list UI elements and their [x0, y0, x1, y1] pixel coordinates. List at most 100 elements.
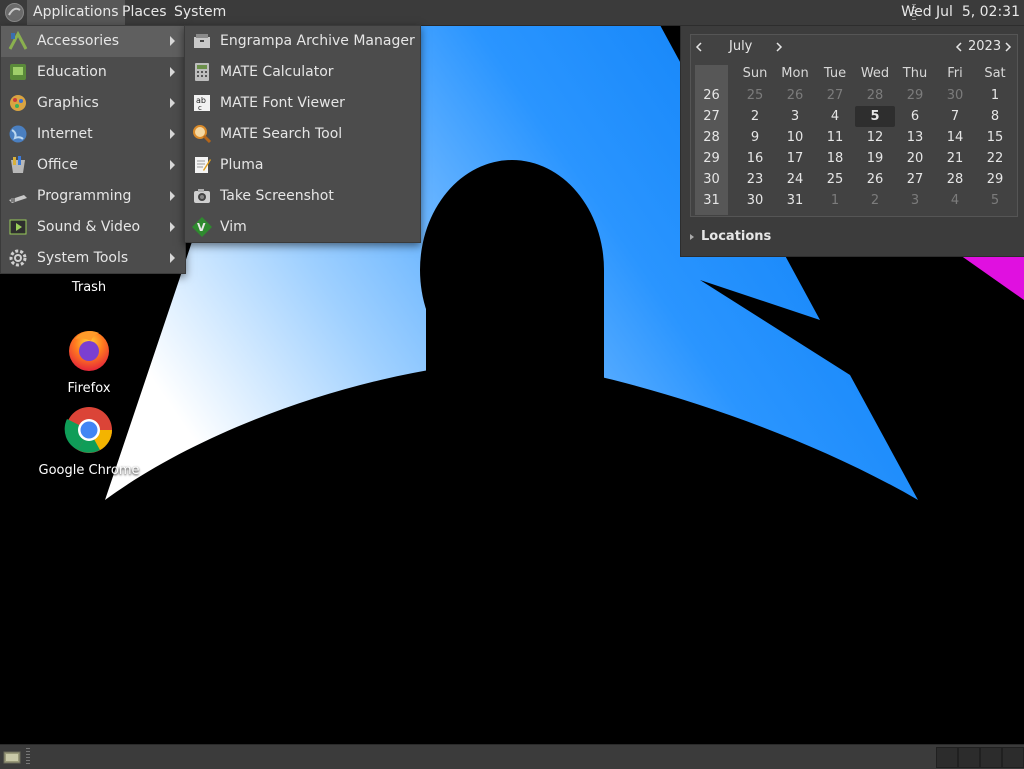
calendar-day[interactable]: 30 [735, 190, 775, 211]
places-menu-button[interactable]: Places [116, 0, 173, 25]
desktop-icon-google-chrome[interactable]: Google Chrome [34, 405, 144, 478]
sound-video-icon [9, 219, 27, 235]
calendar-day[interactable]: 10 [775, 127, 815, 148]
calendar-day[interactable]: 18 [815, 148, 855, 169]
calendar-day[interactable]: 24 [775, 169, 815, 190]
calendar-day[interactable]: 31 [775, 190, 815, 211]
next-year-chevron-icon[interactable] [1004, 42, 1012, 52]
svg-text:V: V [197, 221, 206, 234]
calendar-day[interactable]: 4 [935, 190, 975, 211]
menu-item-office[interactable]: Office [1, 150, 185, 181]
menu-item-graphics[interactable]: Graphics [1, 88, 185, 119]
calendar-day[interactable]: 26 [775, 85, 815, 106]
calendar-day[interactable]: 29 [975, 169, 1015, 190]
calendar-day[interactable]: 20 [895, 148, 935, 169]
gear-icon [9, 249, 27, 267]
calendar-day[interactable]: 28 [855, 85, 895, 106]
show-desktop-icon[interactable] [3, 749, 21, 764]
desktop-icon-firefox[interactable]: Firefox [34, 325, 144, 396]
calendar-day[interactable]: 25 [735, 85, 775, 106]
menu-item-internet[interactable]: Internet [1, 119, 185, 150]
next-month-chevron-icon[interactable] [775, 42, 783, 52]
calendar-day[interactable]: 11 [815, 127, 855, 148]
education-icon [10, 64, 26, 80]
calendar-day[interactable]: 12 [855, 127, 895, 148]
calendar-day-today[interactable]: 5 [855, 106, 895, 127]
calendar-day[interactable]: 17 [775, 148, 815, 169]
calendar-day[interactable]: 7 [935, 106, 975, 127]
menu-item-vim[interactable]: V Vim [185, 212, 420, 243]
calendar-day[interactable]: 9 [735, 127, 775, 148]
submenu-arrow-icon [170, 191, 175, 201]
weekday-header: Fri [947, 66, 963, 81]
svg-text:c: c [198, 104, 202, 112]
locations-expander[interactable]: Locations [690, 229, 771, 244]
calendar-day[interactable]: 2 [855, 190, 895, 211]
calendar-day[interactable]: 1 [975, 85, 1015, 106]
menu-item-engrampa[interactable]: Engrampa Archive Manager [185, 26, 420, 57]
workspace-2[interactable] [958, 747, 980, 768]
menu-item-take-screenshot[interactable]: Take Screenshot [185, 181, 420, 212]
menu-item-system-tools[interactable]: System Tools [1, 243, 185, 274]
weekday-header: Mon [781, 66, 809, 81]
calendar-day[interactable]: 4 [815, 106, 855, 127]
menu-item-label: MATE Calculator [220, 64, 334, 80]
weekday-header: Sun [742, 66, 768, 81]
menu-item-label: Take Screenshot [220, 188, 334, 204]
mate-logo-icon[interactable] [4, 2, 25, 23]
calendar-day[interactable]: 3 [775, 106, 815, 127]
calendar-day[interactable]: 30 [935, 85, 975, 106]
globe-icon [9, 125, 27, 143]
calendar-day[interactable]: 22 [975, 148, 1015, 169]
calendar-day[interactable]: 13 [895, 127, 935, 148]
calendar-day[interactable]: 1 [815, 190, 855, 211]
calendar-day[interactable]: 27 [895, 169, 935, 190]
calendar-day[interactable]: 2 [735, 106, 775, 127]
calendar-day[interactable]: 21 [935, 148, 975, 169]
calendar-day[interactable]: 26 [855, 169, 895, 190]
calendar-day[interactable]: 29 [895, 85, 935, 106]
menu-item-label: MATE Search Tool [220, 126, 343, 142]
menu-item-mate-font-viewer[interactable]: ab c MATE Font Viewer [185, 88, 420, 119]
workspace-3[interactable] [980, 747, 1002, 768]
menu-item-mate-search-tool[interactable]: MATE Search Tool [185, 119, 420, 150]
weekday-header: Tue [823, 66, 847, 81]
calendar-day[interactable]: 6 [895, 106, 935, 127]
calendar-day[interactable]: 16 [735, 148, 775, 169]
calendar-day[interactable]: 19 [855, 148, 895, 169]
calendar-day[interactable]: 5 [975, 190, 1015, 211]
prev-month-chevron-icon[interactable] [695, 42, 703, 52]
panel-clock[interactable]: Wed Jul 5, 02:31 [901, 0, 1020, 25]
calendar-day[interactable]: 28 [935, 169, 975, 190]
programming-icon [9, 195, 27, 203]
applications-menu-button[interactable]: Applications [27, 0, 125, 25]
menu-item-sound-video[interactable]: Sound & Video [1, 212, 185, 243]
menu-item-mate-calculator[interactable]: MATE Calculator [185, 57, 420, 88]
menu-item-education[interactable]: Education [1, 57, 185, 88]
menu-item-label: Graphics [37, 95, 99, 111]
week-number: 27 [703, 109, 720, 124]
calendar-day[interactable]: 27 [815, 85, 855, 106]
workspace-1[interactable] [936, 747, 958, 768]
clock-calendar-popup: July 2023 Sun Mon Tue Wed Thu Fri Sat 26 25 26 27… [680, 25, 1024, 257]
workspace-4[interactable] [1002, 747, 1024, 768]
graphics-icon [10, 95, 26, 111]
prev-year-chevron-icon[interactable] [955, 42, 963, 52]
desktop-icon-trash[interactable]: Trash [34, 276, 144, 295]
applications-menu: Accessories Education Graphics Internet … [0, 25, 186, 274]
calendar-day[interactable]: 23 [735, 169, 775, 190]
menu-item-pluma[interactable]: Pluma [185, 150, 420, 181]
calendar-day[interactable]: 15 [975, 127, 1015, 148]
calendar-day[interactable]: 14 [935, 127, 975, 148]
submenu-arrow-icon [170, 160, 175, 170]
calendar-day[interactable]: 25 [815, 169, 855, 190]
menu-item-programming[interactable]: Programming [1, 181, 185, 212]
week-number: 26 [703, 88, 720, 103]
calendar-day[interactable]: 8 [975, 106, 1015, 127]
desktop-icon-label: Firefox [67, 381, 111, 396]
system-menu-button[interactable]: System [168, 0, 232, 25]
panel-drag-handle[interactable] [26, 748, 30, 765]
calendar-day[interactable]: 3 [895, 190, 935, 211]
menu-item-accessories[interactable]: Accessories [1, 26, 185, 57]
weekday-header: Wed [860, 66, 890, 81]
